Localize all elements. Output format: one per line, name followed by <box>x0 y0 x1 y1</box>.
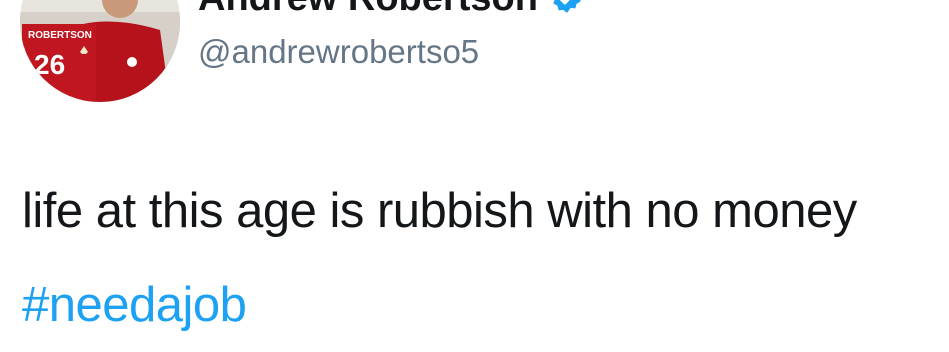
avatar-shirt-name: ROBERTSON <box>28 30 92 41</box>
avatar-photo: ROBERTSON 26 <box>20 0 180 102</box>
verified-badge-icon <box>553 0 581 13</box>
author-handle[interactable]: @andrewrobertso5 <box>198 32 479 72</box>
author-name-row[interactable]: Andrew Robertson <box>198 0 584 18</box>
avatar-shirt-number: 26 <box>34 49 65 80</box>
hashtag-link[interactable]: #needajob <box>22 278 247 332</box>
avatar[interactable]: ROBERTSON 26 <box>20 0 180 102</box>
tweet-body: life at this age is rubbish with no mone… <box>22 164 922 352</box>
display-name[interactable]: Andrew Robertson <box>198 0 538 18</box>
tweet-text: life at this age is rubbish with no mone… <box>22 184 857 238</box>
